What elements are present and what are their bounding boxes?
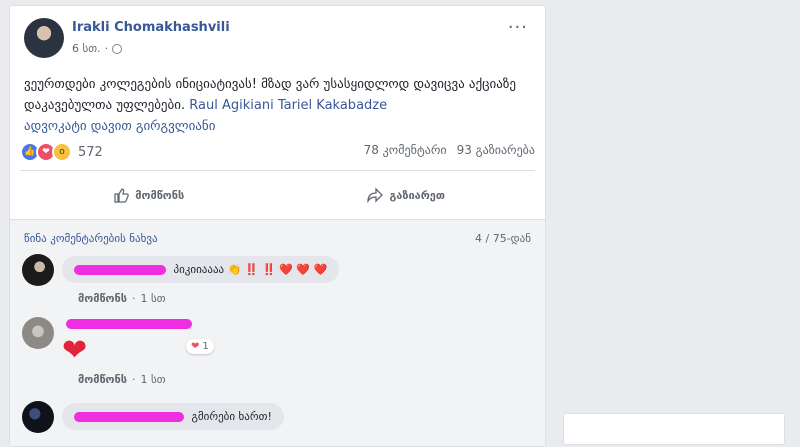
post-meta: 6 სთ. · (72, 42, 123, 55)
mention-link[interactable]: Tariel Kakabadze (278, 98, 387, 113)
comment-bubble: პიკიიაააა 👏 ‼️ ‼️ ❤️ ❤️ ❤️ (62, 256, 340, 283)
mention-link[interactable]: ადვოკატი დავით გირგვლიანი (24, 119, 215, 134)
comment-item: გმირები ხართ! (22, 401, 522, 446)
like-button[interactable]: მომწონს (20, 177, 278, 213)
comment-bubble: გმირები ხართ! (62, 403, 284, 430)
comment-reaction-badge[interactable]: ❤ 1 (186, 339, 214, 354)
post-actions: მომწონს გაზიარეთ (20, 177, 535, 213)
globe-icon (112, 43, 123, 54)
more-icon[interactable]: ··· (508, 19, 528, 37)
share-button[interactable]: გაზიარეთ (278, 177, 536, 213)
author-avatar[interactable] (24, 18, 64, 58)
comment-like-link[interactable]: მომწონს (78, 292, 127, 305)
share-arrow-icon (367, 187, 384, 203)
divider (20, 170, 535, 171)
comment-text: გმირები ხართ! (191, 410, 272, 423)
comment-text: პიკიიაააა (173, 263, 225, 276)
comments-count-link[interactable]: 78 კომენტარი (364, 143, 447, 157)
redacted-name (74, 265, 166, 275)
commenter-avatar[interactable] (22, 401, 54, 433)
comment-reaction-count: 1 (202, 341, 209, 352)
commenter-avatar[interactable] (22, 317, 54, 349)
reactions-summary[interactable]: 👍 ❤ o 572 (20, 142, 103, 162)
side-panel-card (563, 413, 785, 445)
redacted-name (66, 319, 192, 329)
post-header: Irakli Chomakhashvili 6 სთ. · ··· (24, 18, 534, 60)
wow-reaction-icon: o (52, 142, 72, 162)
engagement-counts: 👍 ❤ o 572 78 კომენტარი 93 გაზიარება (20, 140, 535, 164)
thumbs-up-icon (113, 187, 130, 203)
redacted-name (74, 412, 184, 422)
comment-like-link[interactable]: მომწონს (78, 373, 127, 386)
post-text: ვეურთდები კოლეგების ინიციატივას! მზად ვა… (24, 74, 536, 137)
mention-link[interactable]: Raul Agikiani (189, 98, 273, 113)
heart-sticker: ❤ (62, 333, 88, 368)
post-card: Irakli Chomakhashvili 6 სთ. · ··· ვეურთდ… (9, 5, 546, 447)
comment-emojis: 👏 ‼️ ‼️ ❤️ ❤️ ❤️ (227, 263, 328, 276)
shares-count-link[interactable]: 93 გაზიარება (457, 143, 535, 157)
like-button-label: მომწონს (135, 188, 185, 202)
post-time[interactable]: 6 სთ. (72, 42, 101, 55)
comment-page-indicator: 4 / 75-დან (475, 232, 531, 245)
reaction-count: 572 (78, 144, 103, 160)
comment-item: პიკიიაააა 👏 ‼️ ‼️ ❤️ ❤️ ❤️ მომწონს · 1 ს… (22, 254, 522, 314)
comments-section: წინა კომენტარების ნახვა 4 / 75-დან პიკიი… (10, 219, 545, 446)
commenter-avatar[interactable] (22, 254, 54, 286)
love-reaction-icon: ❤ (191, 341, 200, 352)
share-button-label: გაზიარეთ (389, 188, 446, 202)
comment-time[interactable]: 1 სთ (141, 373, 166, 386)
comment-time[interactable]: 1 სთ (141, 292, 166, 305)
author-name[interactable]: Irakli Chomakhashvili (72, 20, 230, 35)
view-previous-comments[interactable]: წინა კომენტარების ნახვა (24, 232, 158, 245)
comment-item: ❤ ❤ 1 მომწონს · 1 სთ (22, 317, 522, 397)
